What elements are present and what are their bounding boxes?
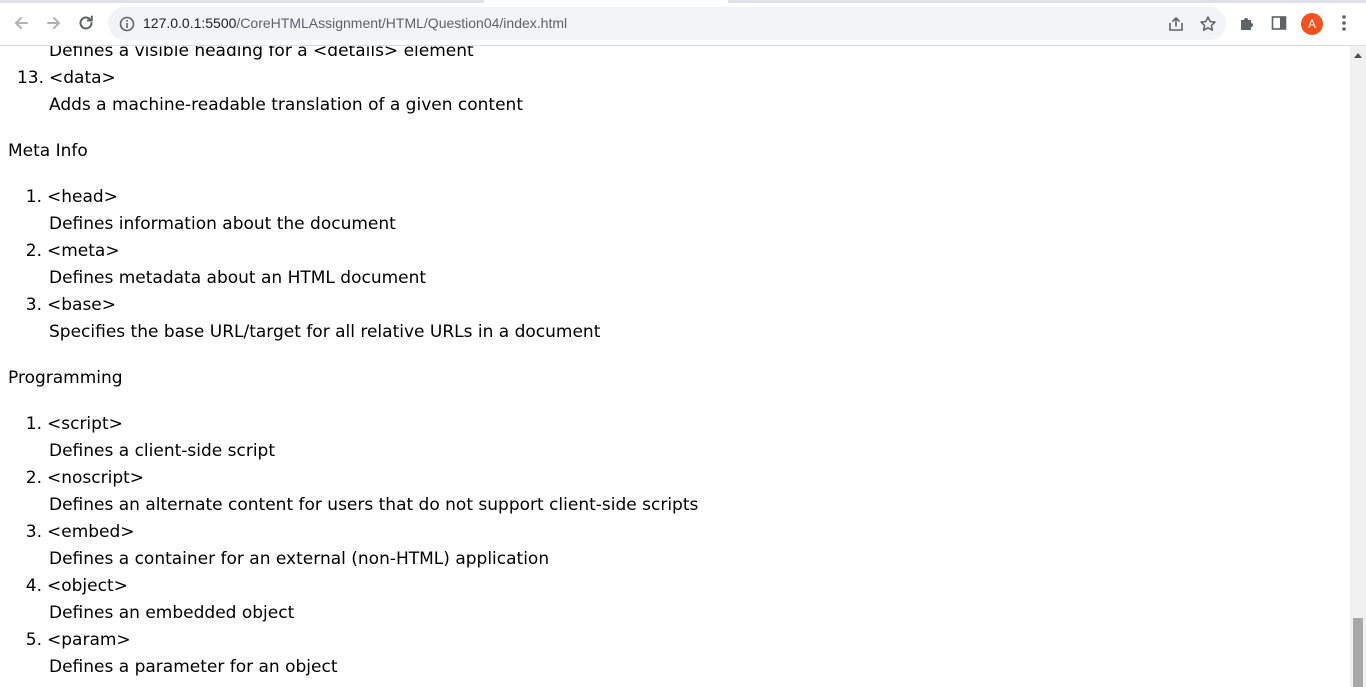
list-item-description: Specifies the base URL/target for all re… — [49, 322, 601, 342]
list-item-number: 1. — [25, 414, 42, 434]
list-item-description: Defines a container for an external (non… — [49, 549, 550, 569]
list-item-number: 2. — [25, 468, 42, 488]
list-item-description: Defines a client-side script — [49, 441, 276, 461]
list-item-tag: <base> — [47, 295, 117, 315]
list-item-tag: <data> — [49, 68, 116, 88]
info-icon[interactable] — [118, 15, 136, 33]
list-item-tag: <embed> — [47, 522, 135, 542]
list-item-tag: <noscript> — [47, 468, 145, 488]
list-item-description: Defines metadata about an HTML document — [49, 268, 427, 288]
vertical-scrollbar[interactable] — [1350, 46, 1366, 687]
list-item-description: Defines information about the document — [49, 214, 396, 234]
list-item-tag: <meta> — [47, 241, 120, 261]
section-heading-meta-info: Meta Info — [8, 141, 88, 161]
list-item-tag: <param> — [47, 630, 131, 650]
url-text[interactable]: 127.0.0.1:5500/CoreHTMLAssignment/HTML/Q… — [143, 15, 567, 31]
profile-avatar[interactable]: A — [1301, 13, 1323, 35]
side-panel-icon[interactable] — [1268, 12, 1290, 34]
star-icon[interactable] — [1199, 15, 1217, 33]
list-item-tag: <head> — [47, 187, 118, 207]
tab-strip-edge-right — [728, 0, 1366, 3]
list-item-tag: <script> — [47, 414, 123, 434]
extensions-icon[interactable] — [1236, 12, 1258, 34]
scroll-up-arrow-icon[interactable] — [1350, 48, 1366, 62]
url-host: 127.0.0.1:5500 — [143, 15, 237, 31]
list-item-description: Defines a visible heading for a <details… — [49, 46, 474, 61]
list-item-number: 1. — [25, 187, 42, 207]
list-item-description: Defines an alternate content for users t… — [49, 495, 699, 515]
list-item-description: Defines an embedded object — [49, 603, 295, 623]
list-item-number: 3. — [25, 522, 42, 542]
forward-arrow-icon[interactable] — [42, 11, 66, 35]
list-item-number: 5. — [25, 630, 42, 650]
list-item-number: 3. — [25, 295, 42, 315]
list-item-number: 2. — [25, 241, 42, 261]
list-item-description: Defines a parameter for an object — [49, 657, 338, 677]
back-arrow-icon[interactable] — [9, 11, 33, 35]
section-heading-programming: Programming — [8, 368, 123, 388]
list-item-tag: <object> — [47, 576, 128, 596]
list-item-description: Adds a machine-readable translation of a… — [49, 95, 523, 115]
list-item-number: 13. — [16, 68, 44, 88]
share-icon[interactable] — [1167, 15, 1185, 33]
page-viewport: Defines a visible heading for a <details… — [0, 46, 1350, 687]
menu-icon[interactable] — [1333, 12, 1355, 34]
reload-icon[interactable] — [74, 11, 98, 35]
url-path: /CoreHTMLAssignment/HTML/Question04/inde… — [236, 15, 568, 31]
address-bar[interactable]: 127.0.0.1:5500/CoreHTMLAssignment/HTML/Q… — [108, 7, 1226, 40]
browser-toolbar: 127.0.0.1:5500/CoreHTMLAssignment/HTML/Q… — [0, 0, 1366, 46]
tab-strip-edge — [0, 0, 484, 3]
scrollbar-thumb[interactable] — [1353, 618, 1363, 687]
list-item-number: 4. — [25, 576, 42, 596]
